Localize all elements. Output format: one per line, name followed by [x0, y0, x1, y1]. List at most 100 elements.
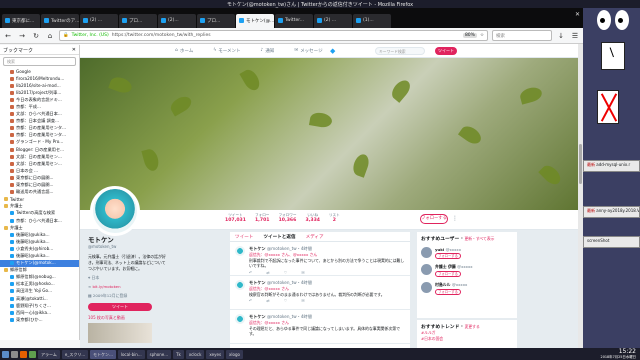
- bookmark-item[interactable]: 東京都に日の展開...: [0, 182, 79, 189]
- tweet-item[interactable]: モトケン @motoken_tw・4時間 返信先：@xxxxx さん 検察官の判…: [230, 276, 410, 310]
- bookmark-item[interactable]: 京都：日の産業用センタ...: [0, 125, 79, 132]
- bookmark-item[interactable]: 京都：ひらべ共通日本...: [0, 217, 79, 224]
- bookmark-item[interactable]: 郷原信郎(@nobug...: [0, 274, 79, 281]
- profile-name[interactable]: モトケン: [88, 234, 168, 244]
- twitter-bird-icon[interactable]: ◆: [330, 47, 335, 55]
- media-thumbnail[interactable]: [88, 323, 152, 343]
- tab-media[interactable]: メディア: [306, 234, 324, 240]
- suggested-user-avatar[interactable]: [421, 264, 432, 275]
- tweet-avatar[interactable]: [235, 280, 245, 290]
- bookmark-item[interactable]: 京都：日の産業用センタ...: [0, 132, 79, 139]
- bookmark-item[interactable]: lib2017/project/列車...: [0, 89, 79, 96]
- bookmark-folder[interactable]: 郷原信郎: [0, 267, 79, 274]
- stat-following[interactable]: フォロー 1,701: [255, 213, 270, 223]
- bookmark-item[interactable]: firora2016/Meltrondu...: [0, 75, 79, 82]
- like-icon[interactable]: ♡: [284, 270, 288, 275]
- bookmark-item[interactable]: 文部：日の産業用セン...: [0, 160, 79, 167]
- bookmark-item[interactable]: 西岡一心(@ikka...: [0, 309, 79, 316]
- sidebar-search-input[interactable]: 検索: [3, 57, 76, 66]
- reply-icon[interactable]: ↶: [249, 270, 252, 275]
- tab-tweets[interactable]: ツイート: [235, 234, 253, 240]
- star-icon[interactable]: ☆: [480, 33, 484, 38]
- back-arrow-icon[interactable]: ←: [3, 31, 13, 41]
- taskbar-clock[interactable]: 15:22 2018年7月25日水曜日: [601, 348, 636, 360]
- stat-tweets[interactable]: ツイート 107,031: [225, 213, 246, 223]
- menu-icon[interactable]: ☰: [570, 31, 580, 41]
- bookmark-item[interactable]: グランゴード - My Pro...: [0, 139, 79, 146]
- taskbar-task[interactable]: アラーム: [38, 349, 60, 359]
- browser-tab[interactable]: (2) ...: [80, 14, 118, 28]
- like-icon[interactable]: ♡: [284, 298, 288, 303]
- retweet-icon[interactable]: ⇄: [266, 298, 269, 303]
- forward-arrow-icon[interactable]: →: [17, 31, 27, 41]
- reply-icon[interactable]: ↶: [249, 298, 252, 303]
- trends-change-link[interactable]: 変更する: [465, 324, 480, 329]
- browser-tab[interactable]: プロ...: [119, 14, 157, 28]
- more-options-icon[interactable]: ⋮: [452, 215, 458, 222]
- browser-search-input[interactable]: 検索: [492, 30, 552, 41]
- compose-tweet-button[interactable]: ツイート: [435, 47, 457, 55]
- bookmark-item[interactable]: 文部：ひらべ共通日本...: [0, 111, 79, 118]
- bookmark-item[interactable]: Twitterの高度な検索: [0, 210, 79, 217]
- bookmark-item[interactable]: 文部：日の産業用セン...: [0, 153, 79, 160]
- suggested-user-avatar[interactable]: [421, 247, 432, 258]
- taskbar-task[interactable]: sphone...: [146, 349, 172, 359]
- bookmark-item[interactable]: 高瀬(@tokatti...: [0, 295, 79, 302]
- browser-tab[interactable]: (1)...: [353, 14, 391, 28]
- scrollbar-thumb[interactable]: [579, 144, 582, 184]
- tweet-item[interactable]: モトケン @motoken_tw・4時間 返信先：@xxxxx さん その理屈だ…: [230, 310, 410, 344]
- dm-icon[interactable]: ✉: [301, 270, 304, 275]
- nav-home[interactable]: ⌂ ホーム: [175, 48, 193, 54]
- bookmark-item[interactable]: 京都：日本会議 調査...: [0, 118, 79, 125]
- desktop-note[interactable]: 最新 add-mysql-unix.r: [583, 160, 640, 172]
- bookmark-item[interactable]: 今日の表象的言説ドキ...: [0, 96, 79, 103]
- tweet-avatar[interactable]: [235, 314, 245, 324]
- tweet-item[interactable]: モトケン @motoken_tw・4時間 返信先：@xxxxx さん、@xxxx…: [230, 242, 410, 276]
- terminal-icon[interactable]: [11, 350, 18, 358]
- start-menu-icon[interactable]: [2, 350, 9, 358]
- suggested-follow-button[interactable]: フォローする: [435, 253, 461, 259]
- suggested-user-avatar[interactable]: [421, 282, 432, 293]
- bookmark-item[interactable]: 東京都に日の展開...: [0, 174, 79, 181]
- taskbar-task[interactable]: local-bin...: [117, 349, 145, 359]
- firefox-icon[interactable]: [20, 350, 27, 358]
- tab-tweets-and-replies[interactable]: ツイートと返信: [263, 234, 295, 240]
- bookmark-item[interactable]: 鹿野翔子(ちくさ...: [0, 302, 79, 309]
- stat-followers[interactable]: フォロワー 10,366: [278, 213, 296, 223]
- twitter-search-input[interactable]: キーワード検索: [375, 47, 425, 55]
- nav-messages[interactable]: ✉ メッセージ: [294, 48, 322, 54]
- taskbar-task[interactable]: xlogo: [226, 349, 243, 359]
- suggested-follow-button[interactable]: フォローする: [435, 271, 461, 277]
- browser-tab[interactable]: Twitter...: [275, 14, 313, 28]
- media-count-link[interactable]: 105 枚の写真と動画: [88, 315, 168, 321]
- desktop-note[interactable]: screenShot: [583, 236, 640, 248]
- bookmark-item[interactable]: モトケン(@motok...: [0, 259, 79, 267]
- bookmark-item[interactable]: 後藤昭(@ukika...: [0, 231, 79, 238]
- bookmark-item[interactable]: 後藤昭(@ukika...: [0, 238, 79, 245]
- reload-icon[interactable]: ↻: [31, 31, 41, 41]
- home-icon[interactable]: ⌂: [45, 31, 55, 41]
- bookmark-folder[interactable]: 弁護士: [0, 224, 79, 231]
- bookmark-item[interactable]: 日本の会 ...: [0, 167, 79, 174]
- bookmark-item[interactable]: Google: [0, 68, 79, 75]
- tweet-avatar[interactable]: [235, 246, 245, 256]
- file-manager-icon[interactable]: [29, 350, 36, 358]
- close-window-icon[interactable]: ✕: [575, 11, 580, 18]
- stat-likes[interactable]: いいね 3,334: [305, 213, 320, 223]
- bookmark-folder[interactable]: 弁護士: [0, 203, 79, 210]
- browser-tab[interactable]: プロ...: [197, 14, 235, 28]
- nav-notifications[interactable]: ♪ 通知: [261, 48, 275, 54]
- url-bar[interactable]: 🔒 Twitter, Inc. (US) https://twitter.com…: [59, 30, 488, 41]
- bookmark-item[interactable]: 東京都(ひか...: [0, 316, 79, 323]
- browser-tab[interactable]: 東京都に...: [2, 14, 40, 28]
- taskbar-task[interactable]: xeyes: [206, 349, 225, 359]
- taskbar-task[interactable]: Tk: [173, 349, 184, 359]
- download-icon[interactable]: ↓: [556, 31, 566, 41]
- profile-link[interactable]: bit.ly/motoken: [92, 284, 120, 289]
- retweet-icon[interactable]: ⇄: [266, 270, 269, 275]
- bookmark-item[interactable]: Blogger: 日の産業用セ...: [0, 146, 79, 153]
- taskbar-task-active[interactable]: モトケン...: [90, 349, 116, 359]
- trend-item[interactable]: #日本の国会: [421, 336, 513, 342]
- taskbar-task[interactable]: e_スクリ...: [61, 349, 89, 359]
- browser-tab-active[interactable]: モトケン(@...: [236, 14, 274, 28]
